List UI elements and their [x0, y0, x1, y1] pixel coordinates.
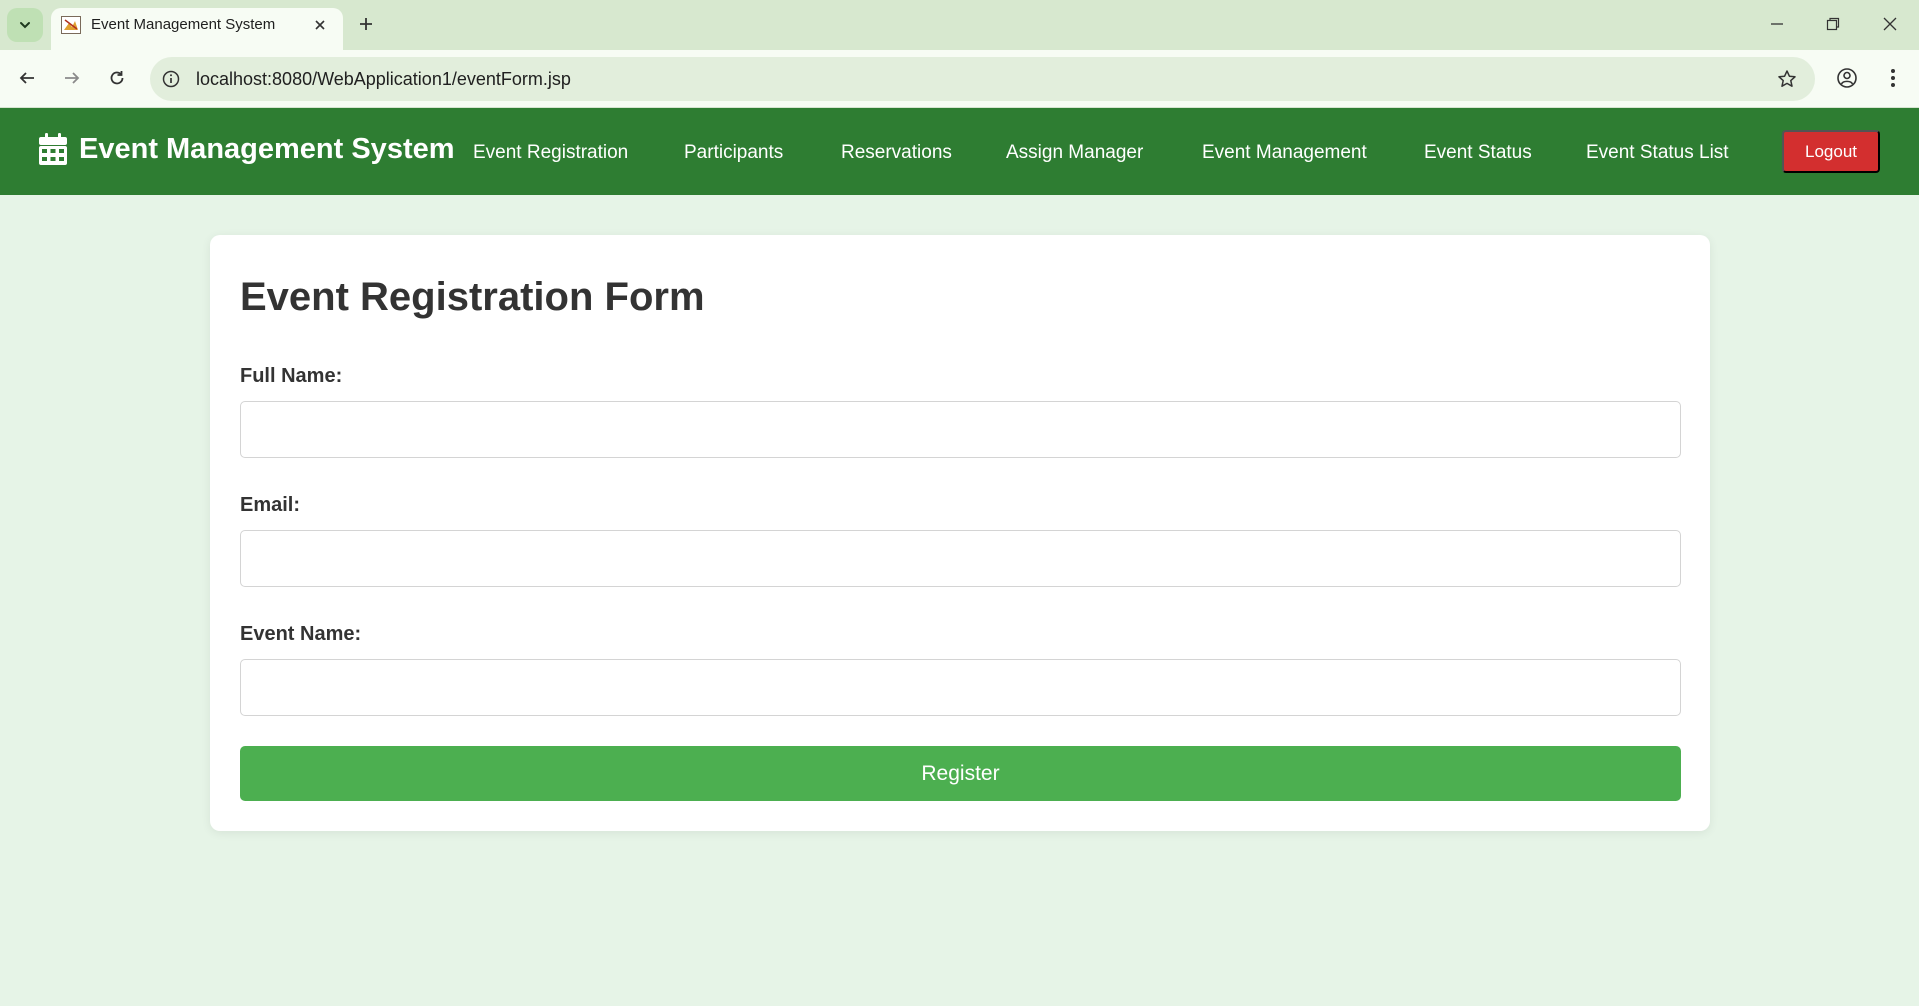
full-name-input[interactable]: [240, 401, 1681, 458]
browser-toolbar: localhost:8080/WebApplication1/eventForm…: [0, 50, 1919, 108]
info-icon[interactable]: [160, 68, 182, 90]
nav-link-event-status-list[interactable]: Event Status List: [1586, 142, 1729, 164]
bookmark-star-icon[interactable]: [1775, 67, 1799, 91]
brand[interactable]: Event Management System: [38, 132, 455, 166]
nav-link-reservations[interactable]: Reservations: [841, 142, 952, 164]
plus-icon: [360, 18, 372, 30]
nav-link-event-registration[interactable]: Event Registration: [473, 142, 628, 164]
reload-icon: [110, 71, 124, 85]
more-vertical-icon: [1891, 69, 1895, 87]
new-tab-button[interactable]: [352, 10, 380, 38]
browser-tab[interactable]: Event Management System: [51, 8, 343, 50]
arrow-left-icon: [19, 72, 34, 84]
close-window-button[interactable]: [1872, 8, 1908, 40]
profile-button[interactable]: [1830, 61, 1864, 95]
chevron-down-icon: [20, 22, 30, 29]
back-button[interactable]: [10, 61, 44, 95]
nav-link-assign-manager[interactable]: Assign Manager: [1006, 142, 1143, 164]
forward-button[interactable]: [55, 61, 89, 95]
address-bar[interactable]: localhost:8080/WebApplication1/eventForm…: [150, 57, 1815, 101]
nav-link-event-status[interactable]: Event Status: [1424, 142, 1532, 164]
browser-tabstrip: Event Management System: [0, 0, 1919, 50]
arrow-right-icon: [65, 72, 80, 84]
brand-title: Event Management System: [79, 132, 455, 165]
tab-title: Event Management System: [91, 16, 276, 33]
email-input[interactable]: [240, 530, 1681, 587]
restore-icon: [1826, 17, 1840, 31]
form-title: Event Registration Form: [240, 275, 705, 319]
logout-button[interactable]: Logout: [1782, 130, 1880, 173]
event-name-input[interactable]: [240, 659, 1681, 716]
calendar-icon: [38, 132, 68, 166]
close-icon: [1883, 17, 1897, 31]
profile-icon: [1837, 68, 1857, 88]
url-text[interactable]: localhost:8080/WebApplication1/eventForm…: [196, 69, 571, 90]
minimize-icon: [1771, 23, 1783, 25]
full-name-label: Full Name:: [240, 365, 343, 387]
email-label: Email:: [240, 494, 301, 516]
minimize-button[interactable]: [1759, 8, 1795, 40]
nav-link-event-management[interactable]: Event Management: [1202, 142, 1367, 164]
register-button[interactable]: Register: [240, 746, 1681, 801]
favicon-icon: [61, 16, 81, 34]
reload-button[interactable]: [100, 61, 134, 95]
tab-close-button[interactable]: [308, 13, 332, 37]
close-icon: [315, 20, 325, 30]
restore-button[interactable]: [1815, 8, 1851, 40]
nav-link-participants[interactable]: Participants: [684, 142, 783, 164]
app-navbar: Event Management System Event Registrati…: [0, 108, 1919, 195]
event-name-label: Event Name:: [240, 623, 362, 645]
tab-list-button[interactable]: [7, 8, 43, 42]
registration-form-card: Event Registration Form Full Name: Email…: [210, 235, 1710, 831]
menu-button[interactable]: [1876, 61, 1910, 95]
